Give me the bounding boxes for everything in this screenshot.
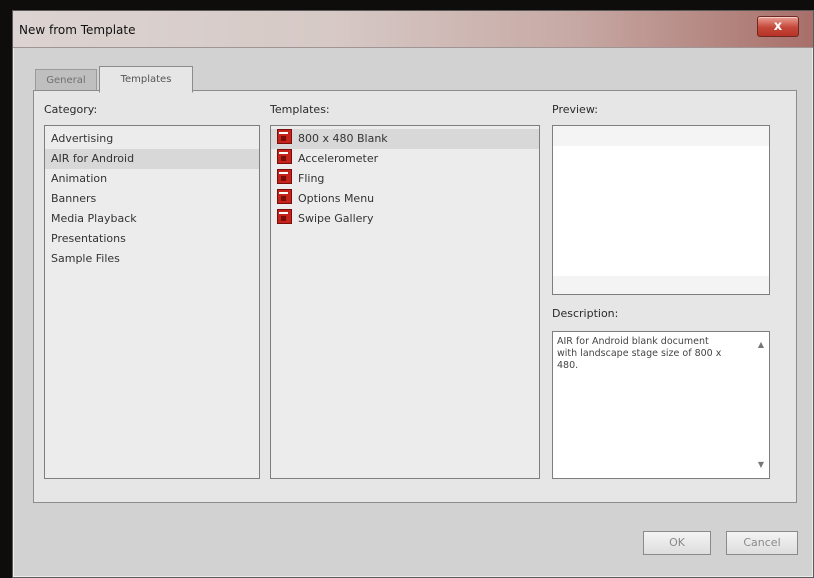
template-item-label: Accelerometer xyxy=(298,152,379,165)
ok-button[interactable]: OK xyxy=(643,531,711,555)
description-text: AIR for Android blank document with land… xyxy=(557,336,722,371)
template-item[interactable]: Accelerometer xyxy=(271,149,539,169)
category-item[interactable]: Media Playback xyxy=(45,209,259,229)
dialog-window: New from Template x General Templates Ca… xyxy=(12,10,814,578)
template-item[interactable]: Options Menu xyxy=(271,189,539,209)
category-item[interactable]: Advertising xyxy=(45,129,259,149)
category-item[interactable]: Sample Files xyxy=(45,249,259,269)
title-bar[interactable]: New from Template x xyxy=(13,11,813,48)
cancel-button[interactable]: Cancel xyxy=(726,531,798,555)
window-title: New from Template xyxy=(19,23,136,37)
category-list[interactable]: Advertising AIR for Android Animation Ba… xyxy=(44,125,260,479)
description-box[interactable]: AIR for Android blank document with land… xyxy=(552,331,770,479)
flash-template-icon xyxy=(277,129,292,144)
template-item-label: Fling xyxy=(298,172,325,185)
close-button[interactable]: x xyxy=(757,16,799,37)
preview-canvas xyxy=(553,146,769,276)
close-icon: x xyxy=(773,19,783,34)
category-item[interactable]: Animation xyxy=(45,169,259,189)
templates-list[interactable]: 800 x 480 Blank Accelerometer Fling Opti… xyxy=(270,125,540,479)
tab-general[interactable]: General xyxy=(35,69,97,92)
flash-template-icon xyxy=(277,169,292,184)
category-item[interactable]: Banners xyxy=(45,189,259,209)
flash-template-icon xyxy=(277,189,292,204)
templates-panel: Category: Advertising AIR for Android An… xyxy=(33,90,797,503)
preview-label: Preview: xyxy=(552,103,598,116)
scroll-down-arrow-icon[interactable]: ▼ xyxy=(756,460,766,470)
template-item-label: Options Menu xyxy=(298,192,375,205)
category-label: Category: xyxy=(44,103,98,116)
description-label: Description: xyxy=(552,307,619,320)
scroll-up-arrow-icon[interactable]: ▲ xyxy=(756,340,766,350)
template-item-selected[interactable]: 800 x 480 Blank xyxy=(271,129,539,149)
flash-template-icon xyxy=(277,149,292,164)
template-item-label: 800 x 480 Blank xyxy=(298,132,388,145)
template-item-label: Swipe Gallery xyxy=(298,212,374,225)
template-item[interactable]: Fling xyxy=(271,169,539,189)
category-item[interactable]: Presentations xyxy=(45,229,259,249)
flash-template-icon xyxy=(277,209,292,224)
templates-label: Templates: xyxy=(270,103,330,116)
preview-area xyxy=(552,125,770,295)
category-item-selected[interactable]: AIR for Android xyxy=(45,149,259,169)
template-item[interactable]: Swipe Gallery xyxy=(271,209,539,229)
tab-templates[interactable]: Templates xyxy=(99,66,193,93)
